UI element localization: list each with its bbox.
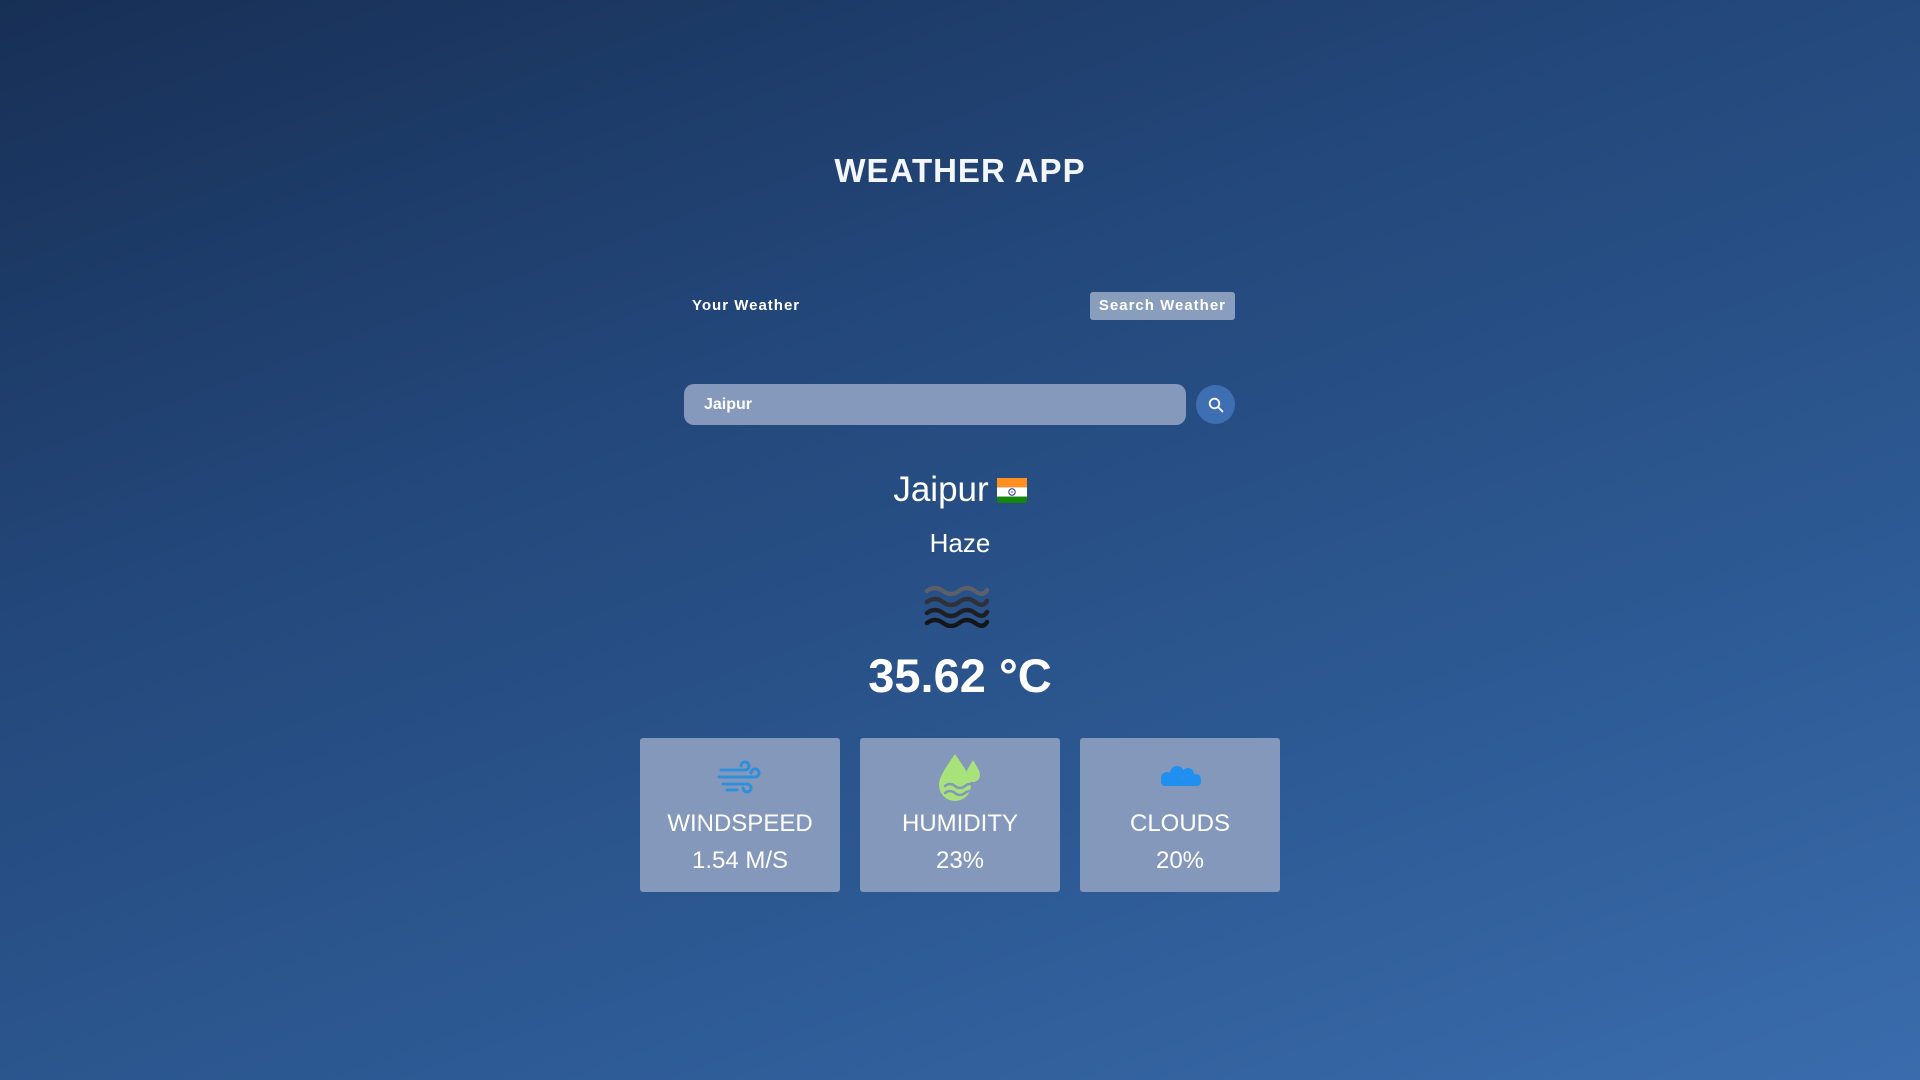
city-name: Jaipur [893, 470, 989, 509]
search-form [684, 384, 1236, 426]
stat-card-humidity: HUMIDITY 23% [860, 738, 1060, 892]
app-title: WEATHER APP [834, 152, 1086, 189]
weather-stats: WINDSPEED 1.54 M/S HUMIDITY 23% CLOUDS 2… [640, 738, 1280, 892]
search-icon [1208, 397, 1223, 412]
tab-search-weather[interactable]: Search Weather [1089, 292, 1235, 320]
tab-your-weather[interactable]: Your Weather [683, 292, 809, 320]
india-flag-icon [996, 475, 1027, 503]
stat-label: HUMIDITY [902, 810, 1018, 837]
weather-condition: Haze [929, 528, 991, 558]
humidity-icon [935, 752, 985, 802]
stat-value: 20% [1155, 847, 1205, 874]
temperature: 35.62 °C [868, 649, 1052, 702]
stat-card-windspeed: WINDSPEED 1.54 M/S [640, 738, 840, 892]
wind-icon [715, 752, 765, 802]
location-heading: Jaipur [0, 470, 1920, 510]
search-input[interactable] [684, 384, 1186, 425]
stat-card-clouds: CLOUDS 20% [1080, 738, 1280, 892]
weather-tabs: Your Weather Search Weather [683, 292, 1235, 322]
haze-icon [924, 582, 990, 629]
stat-value: 1.54 M/S [691, 847, 789, 874]
stat-value: 23% [935, 847, 985, 874]
cloud-icon [1155, 752, 1205, 802]
stat-label: CLOUDS [1129, 810, 1231, 837]
stat-label: WINDSPEED [667, 810, 813, 837]
search-button[interactable] [1196, 385, 1235, 424]
